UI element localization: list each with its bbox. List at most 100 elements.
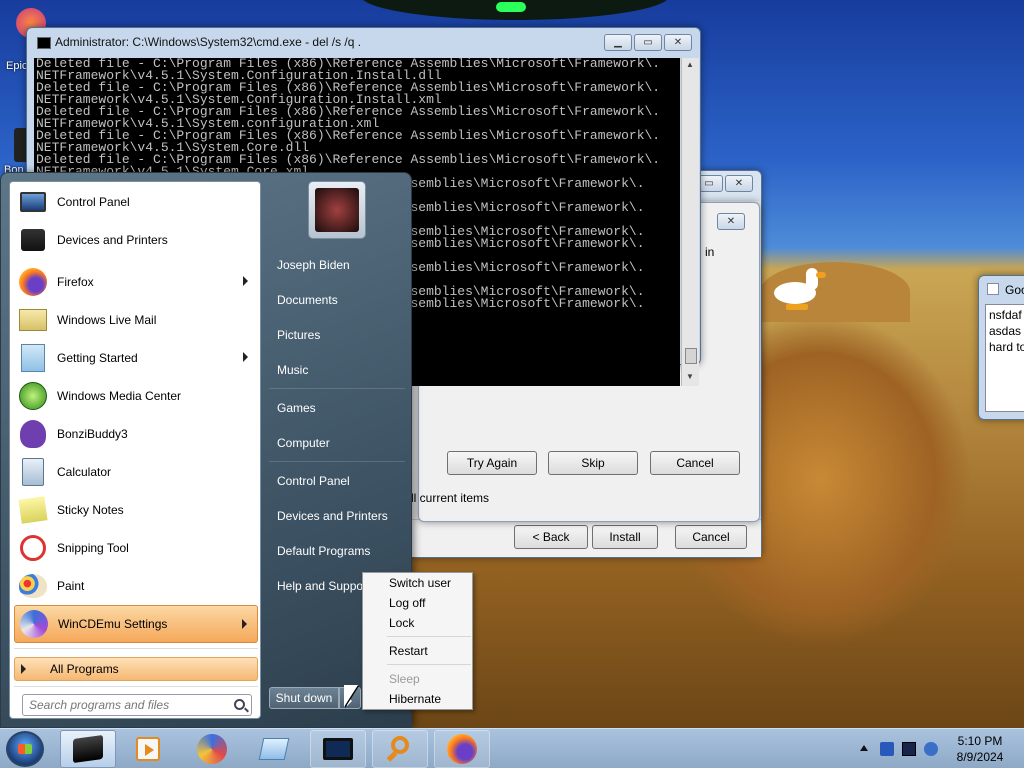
taskbar: 5:10 PM 8/9/2024 bbox=[0, 728, 1024, 768]
maximize-button[interactable]: ▭ bbox=[634, 34, 662, 51]
program-firefox[interactable]: Firefox bbox=[14, 263, 258, 301]
apply-all-checkbox-label[interactable]: ll current items bbox=[411, 491, 489, 505]
dialog-cancel-button[interactable]: Cancel bbox=[650, 451, 740, 475]
swirl-icon bbox=[197, 734, 227, 764]
close-button[interactable]: ✕ bbox=[664, 34, 692, 51]
clock-time[interactable]: 5:10 PM bbox=[948, 734, 1012, 748]
program-getting-started[interactable]: Getting Started bbox=[14, 339, 258, 377]
media-player-icon bbox=[136, 737, 160, 761]
minimize-button[interactable]: ▁ bbox=[604, 34, 632, 51]
taskbar-app-notepad[interactable] bbox=[246, 730, 302, 768]
taskbar-app-swirl[interactable] bbox=[184, 730, 240, 768]
submenu-arrow-icon bbox=[242, 619, 247, 629]
menu-item-log-off[interactable]: Log off bbox=[389, 594, 425, 612]
terminal-icon bbox=[73, 734, 103, 764]
media-center-icon bbox=[18, 381, 48, 411]
notepad-icon bbox=[258, 738, 290, 760]
right-item-default-programs[interactable]: Default Programs bbox=[277, 541, 413, 561]
program-wincdemu-settings[interactable]: WinCDEmu Settings bbox=[14, 605, 258, 643]
divider bbox=[14, 648, 258, 649]
taskbar-app-media-player[interactable] bbox=[120, 730, 176, 768]
volume-icon[interactable] bbox=[924, 742, 938, 756]
dialog-message: in bbox=[705, 245, 715, 259]
notepad-text-area[interactable]: nsfdaf asdas hard to bbox=[985, 304, 1024, 412]
control-panel-icon bbox=[18, 187, 48, 217]
right-item-documents[interactable]: Documents bbox=[277, 290, 413, 310]
wincdemu-icon bbox=[19, 609, 49, 639]
program-windows-media-center[interactable]: Windows Media Center bbox=[14, 377, 258, 415]
start-button[interactable] bbox=[6, 731, 44, 767]
divider bbox=[387, 664, 471, 665]
taskbar-app-console[interactable] bbox=[310, 730, 366, 768]
search-icon[interactable] bbox=[234, 699, 245, 710]
program-sticky-notes[interactable]: Sticky Notes bbox=[14, 491, 258, 529]
cmd-title: Administrator: C:\Windows\System32\cmd.e… bbox=[55, 35, 362, 49]
search-input[interactable]: Search programs and files bbox=[22, 694, 252, 716]
program-bonzibuddy[interactable]: BonziBuddy3 bbox=[14, 415, 258, 453]
desktop-goose-icon[interactable] bbox=[772, 264, 828, 312]
mail-icon bbox=[18, 305, 48, 335]
program-calculator[interactable]: Calculator bbox=[14, 453, 258, 491]
magnifier-icon bbox=[385, 734, 415, 764]
desktop-label-epic: Epic bbox=[6, 60, 28, 72]
windows-logo-icon bbox=[18, 744, 32, 754]
wallpaper-light bbox=[360, 0, 670, 20]
user-picture[interactable] bbox=[308, 181, 366, 239]
console-scrollbar[interactable]: ▲ ▼ bbox=[681, 58, 699, 386]
sticky-notes-icon bbox=[18, 495, 48, 525]
scroll-up-arrow-icon[interactable]: ▲ bbox=[686, 60, 694, 69]
program-devices-printers[interactable]: Devices and Printers bbox=[14, 221, 258, 259]
taskbar-app-search[interactable] bbox=[372, 730, 428, 768]
divider bbox=[269, 461, 405, 462]
monitor-icon bbox=[323, 738, 353, 760]
installer-cancel-button[interactable]: Cancel bbox=[675, 525, 747, 549]
menu-item-lock[interactable]: Lock bbox=[389, 614, 414, 632]
install-button[interactable]: Install bbox=[592, 525, 658, 549]
notepad-window: Goo nsfdaf asdas hard to bbox=[978, 275, 1024, 420]
paint-icon bbox=[18, 571, 48, 601]
start-programs-pane: Control Panel Devices and Printers Firef… bbox=[9, 181, 261, 719]
security-icon[interactable] bbox=[880, 742, 894, 756]
chevron-right-icon bbox=[21, 664, 26, 674]
show-hidden-icons-icon[interactable] bbox=[860, 745, 868, 751]
all-programs-button[interactable]: All Programs bbox=[14, 657, 258, 681]
program-snipping-tool[interactable]: Snipping Tool bbox=[14, 529, 258, 567]
menu-item-switch-user[interactable]: Switch user bbox=[389, 574, 451, 592]
start-menu: Control Panel Devices and Printers Firef… bbox=[0, 172, 412, 728]
taskbar-app-firefox[interactable] bbox=[434, 730, 490, 768]
bonzibuddy-icon bbox=[18, 419, 48, 449]
notepad-title: Goo bbox=[1005, 283, 1024, 297]
firefox-icon bbox=[447, 734, 477, 764]
clock-date[interactable]: 8/9/2024 bbox=[948, 750, 1012, 764]
dialog-close-button[interactable]: ✕ bbox=[717, 213, 745, 230]
skip-button[interactable]: Skip bbox=[548, 451, 638, 475]
menu-item-restart[interactable]: Restart bbox=[389, 642, 428, 660]
menu-item-sleep: Sleep bbox=[389, 672, 420, 686]
divider bbox=[387, 636, 471, 637]
try-again-button[interactable]: Try Again bbox=[447, 451, 537, 475]
taskbar-app-cmd[interactable] bbox=[60, 730, 116, 768]
calculator-icon bbox=[18, 457, 48, 487]
network-icon[interactable] bbox=[902, 742, 916, 756]
program-paint[interactable]: Paint bbox=[14, 567, 258, 605]
right-item-help-support[interactable]: Help and Support bbox=[277, 576, 363, 596]
right-item-computer[interactable]: Computer bbox=[277, 433, 413, 453]
back-button[interactable]: < Back bbox=[514, 525, 588, 549]
scroll-thumb[interactable] bbox=[685, 348, 697, 364]
close-button[interactable]: ✕ bbox=[725, 175, 753, 192]
shutdown-button[interactable]: Shut down bbox=[269, 687, 339, 709]
snipping-tool-icon bbox=[18, 533, 48, 563]
scroll-down-arrow-icon[interactable]: ▼ bbox=[686, 372, 694, 381]
right-item-music[interactable]: Music bbox=[277, 360, 413, 380]
menu-item-hibernate[interactable]: Hibernate bbox=[389, 690, 441, 708]
divider bbox=[269, 388, 405, 389]
right-item-devices-printers[interactable]: Devices and Printers bbox=[277, 506, 413, 526]
right-item-control-panel[interactable]: Control Panel bbox=[277, 471, 413, 491]
shutdown-options-menu: Switch user Log off Lock Restart Sleep H… bbox=[362, 572, 473, 710]
right-item-user[interactable]: Joseph Biden bbox=[277, 255, 413, 275]
program-control-panel[interactable]: Control Panel bbox=[14, 183, 258, 221]
program-windows-live-mail[interactable]: Windows Live Mail bbox=[14, 301, 258, 339]
firefox-icon bbox=[18, 267, 48, 297]
right-item-games[interactable]: Games bbox=[277, 398, 413, 418]
right-item-pictures[interactable]: Pictures bbox=[277, 325, 413, 345]
